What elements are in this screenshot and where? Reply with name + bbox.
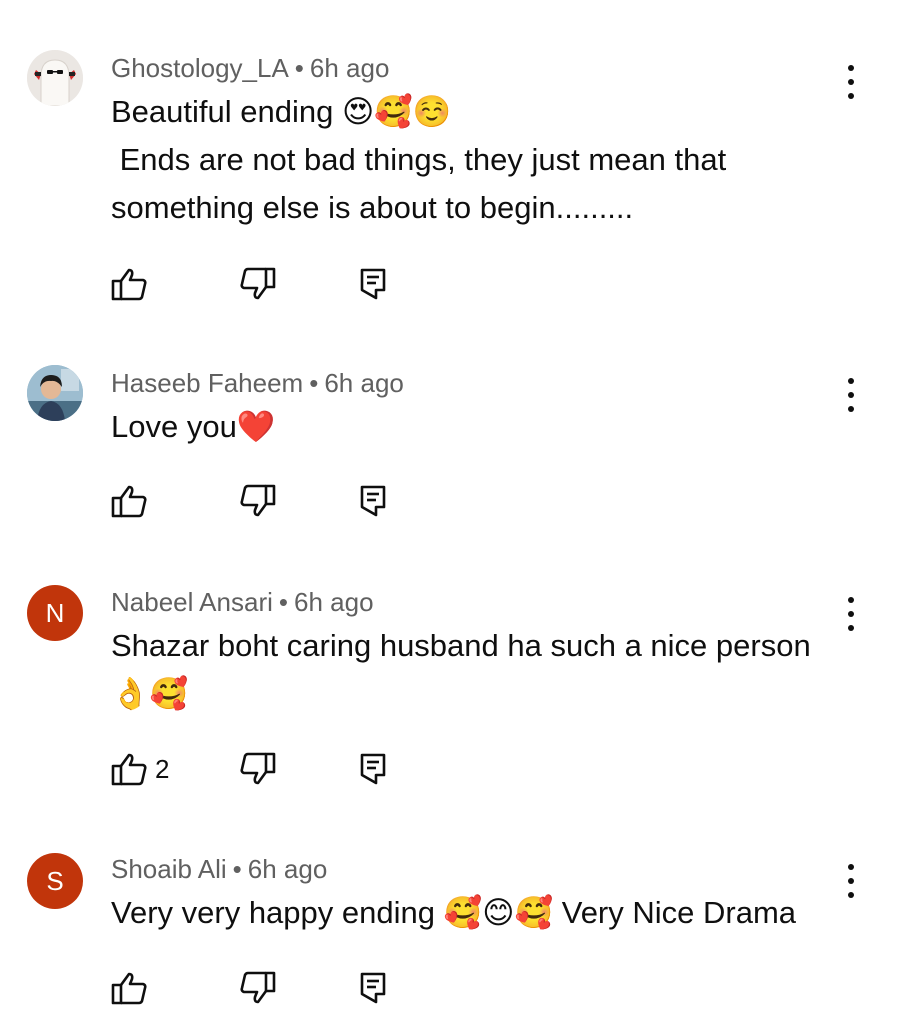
ghost-avatar-image xyxy=(27,50,83,106)
separator-dot: • xyxy=(294,53,304,83)
avatar[interactable] xyxy=(27,50,83,106)
author-name[interactable]: Ghostology_LA xyxy=(111,53,289,83)
avatar[interactable]: N xyxy=(27,585,83,641)
timestamp: 6h ago xyxy=(309,53,390,83)
timestamp: 6h ago xyxy=(247,854,328,884)
reply-icon xyxy=(360,485,386,517)
timestamp: 6h ago xyxy=(324,368,404,398)
comment-text: Very very happy ending 🥰😊🥰 Very Nice Dra… xyxy=(111,895,797,930)
dislike-button[interactable] xyxy=(240,749,276,789)
thumbs-down-icon xyxy=(240,267,276,300)
separator-dot: • xyxy=(309,368,319,398)
thumbs-down-icon xyxy=(240,752,276,785)
author-name[interactable]: Haseeb Faheem xyxy=(111,368,303,398)
reply-button[interactable] xyxy=(359,749,387,789)
reply-icon xyxy=(360,972,386,1004)
comment-text: Shazar boht caring husband ha such a nic… xyxy=(111,628,811,711)
timestamp: 6h ago xyxy=(294,587,374,617)
avatar[interactable] xyxy=(27,365,83,421)
comment-meta: Shoaib Ali • 6h ago xyxy=(111,854,327,885)
thumbs-up-icon xyxy=(111,753,147,786)
comment-meta: Nabeel Ansari • 6h ago xyxy=(111,587,374,618)
more-options-icon[interactable] xyxy=(838,65,864,99)
person-photo-avatar xyxy=(27,365,83,421)
reply-icon xyxy=(360,268,386,300)
comment-actions xyxy=(111,264,411,304)
like-count: 2 xyxy=(155,753,170,784)
thumbs-up-icon xyxy=(111,268,147,301)
more-options-icon[interactable] xyxy=(838,378,864,412)
avatar-letter: S xyxy=(46,865,64,896)
reply-icon xyxy=(360,753,386,785)
thumbs-down-icon xyxy=(240,484,276,517)
comment-meta: Ghostology_LA • 6h ago xyxy=(111,53,389,84)
reply-button[interactable] xyxy=(359,481,387,521)
separator-dot: • xyxy=(232,854,242,884)
reply-button[interactable] xyxy=(359,264,387,304)
comment-actions xyxy=(111,968,411,1008)
dislike-button[interactable] xyxy=(240,968,276,1008)
avatar-letter: N xyxy=(45,597,65,628)
author-name[interactable]: Nabeel Ansari xyxy=(111,587,273,617)
more-options-icon[interactable] xyxy=(838,864,864,898)
like-button[interactable] xyxy=(111,968,155,1008)
like-button[interactable] xyxy=(111,264,155,304)
like-button[interactable]: 2 xyxy=(111,749,169,789)
comment-meta: Haseeb Faheem • 6h ago xyxy=(111,368,404,399)
more-options-icon[interactable] xyxy=(838,597,864,631)
comment-actions: 2 xyxy=(111,749,411,789)
dislike-button[interactable] xyxy=(240,264,276,304)
dislike-button[interactable] xyxy=(240,481,276,521)
comment-text: Beautiful ending 😍🥰☺️ Ends are not bad t… xyxy=(111,94,727,225)
avatar[interactable]: S xyxy=(27,853,83,909)
reply-button[interactable] xyxy=(359,968,387,1008)
thumbs-up-icon xyxy=(111,485,147,518)
thumbs-up-icon xyxy=(111,972,147,1005)
comment-text: Love you❤️ xyxy=(111,409,276,444)
author-name[interactable]: Shoaib Ali xyxy=(111,854,227,884)
like-button[interactable] xyxy=(111,481,155,521)
thumbs-down-icon xyxy=(240,971,276,1004)
separator-dot: • xyxy=(278,587,288,617)
comment-actions xyxy=(111,481,411,521)
